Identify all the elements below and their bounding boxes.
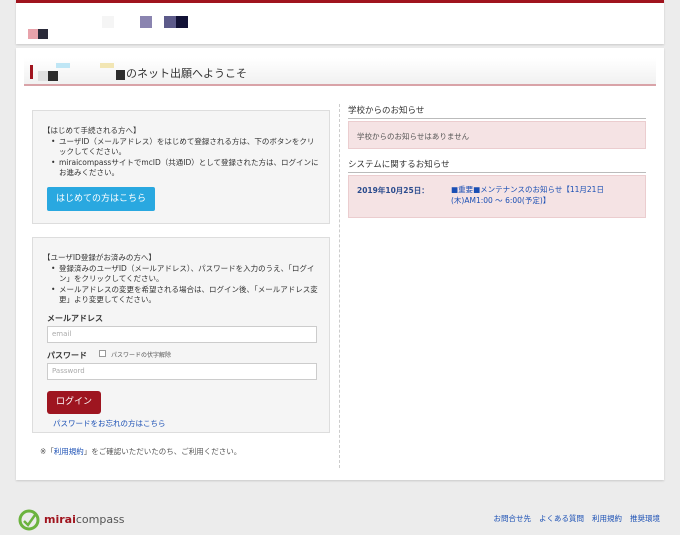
footer: miraicompass お問合せ先 よくある質問 利用規約 推奨環境: [0, 500, 680, 535]
welcome-header: のネット出願へようこそ: [24, 58, 656, 86]
first-time-bullet-1: ユーザID（メールアドレス）をはじめて登録される方は、下のボタンをクリックしてく…: [51, 137, 321, 157]
welcome-title: のネット出願へようこそ: [126, 67, 247, 80]
school-news-empty: 学校からのお知らせはありません: [357, 132, 470, 141]
footer-link-terms[interactable]: 利用規約: [592, 513, 622, 524]
login-bullet-1: 登録済みのユーザID（メールアドレス）、パスワードを入力のうえ、「ログイン」をク…: [51, 264, 321, 284]
column-divider: [339, 104, 340, 468]
school-logo-redacted: [28, 13, 188, 41]
terms-link[interactable]: 利用規約: [54, 447, 84, 456]
login-heading: 【ユーザID登録がお済みの方へ】: [43, 253, 156, 262]
login-bullet-2: メールアドレスの変更を希望される場合は、ログイン後、「メールアドレス変更」より変…: [51, 285, 321, 305]
system-news-heading: システムに関するお知らせ: [348, 158, 646, 173]
email-label: メールアドレス: [47, 314, 103, 323]
first-time-button[interactable]: はじめての方はこちら: [47, 187, 155, 211]
footer-link-faq[interactable]: よくある質問: [539, 513, 584, 524]
show-password-checkbox[interactable]: [99, 350, 106, 357]
school-news-box: 学校からのお知らせはありません: [348, 121, 646, 149]
accent-bar: [30, 65, 33, 79]
brand-part-2: compass: [75, 513, 125, 526]
terms-note: ※「利用規約」をご確認いただいたのち、ご利用ください。: [40, 446, 241, 457]
top-header: [16, 0, 664, 44]
school-news-heading: 学校からのお知らせ: [348, 104, 646, 119]
footer-link-contact[interactable]: お問合せ先: [494, 513, 532, 524]
brand-part-1: mirai: [44, 513, 76, 526]
system-news-date: 2019年10月25日：: [357, 186, 429, 195]
forgot-password-link[interactable]: パスワードをお忘れの方はこちら: [53, 418, 166, 429]
first-time-section: 【はじめて手続される方へ】 ユーザID（メールアドレス）をはじめて登録される方は…: [32, 110, 330, 224]
redacted-block: [38, 71, 48, 81]
redacted-block: [56, 63, 70, 68]
show-password-label[interactable]: パスワードの伏字解除: [111, 350, 171, 359]
password-label: パスワード: [47, 351, 87, 360]
email-field[interactable]: email: [47, 326, 317, 343]
main-panel: のネット出願へようこそ 【はじめて手続される方へ】 ユーザID（メールアドレス）…: [16, 48, 664, 480]
first-time-heading: 【はじめて手続される方へ】: [43, 126, 141, 135]
miraicompass-logo-icon: [18, 509, 40, 531]
terms-note-suffix: 」をご確認いただいたのち、ご利用ください。: [83, 447, 242, 456]
redacted-block: [100, 63, 114, 68]
login-button[interactable]: ログイン: [47, 391, 101, 414]
footer-links: お問合せ先 よくある質問 利用規約 推奨環境: [494, 513, 661, 524]
terms-note-prefix: ※「: [40, 447, 54, 456]
redacted-block: [116, 70, 125, 80]
system-news-box: 2019年10月25日： ■重要■メンテナンスのお知らせ【11月21日(木)AM…: [348, 175, 646, 218]
footer-link-environment[interactable]: 推奨環境: [630, 513, 660, 524]
footer-brand: miraicompass: [44, 513, 125, 526]
first-time-bullet-2: miraicompassサイトでmcID（共通ID）として登録された方は、ログイ…: [51, 158, 321, 178]
password-field[interactable]: Password: [47, 363, 317, 380]
redacted-block: [48, 71, 58, 81]
system-news-link[interactable]: ■重要■メンテナンスのお知らせ【11月21日(木)AM1:00 ～ 6:00(予…: [451, 184, 631, 206]
login-section: 【ユーザID登録がお済みの方へ】 登録済みのユーザID（メールアドレス）、パスワ…: [32, 237, 330, 433]
